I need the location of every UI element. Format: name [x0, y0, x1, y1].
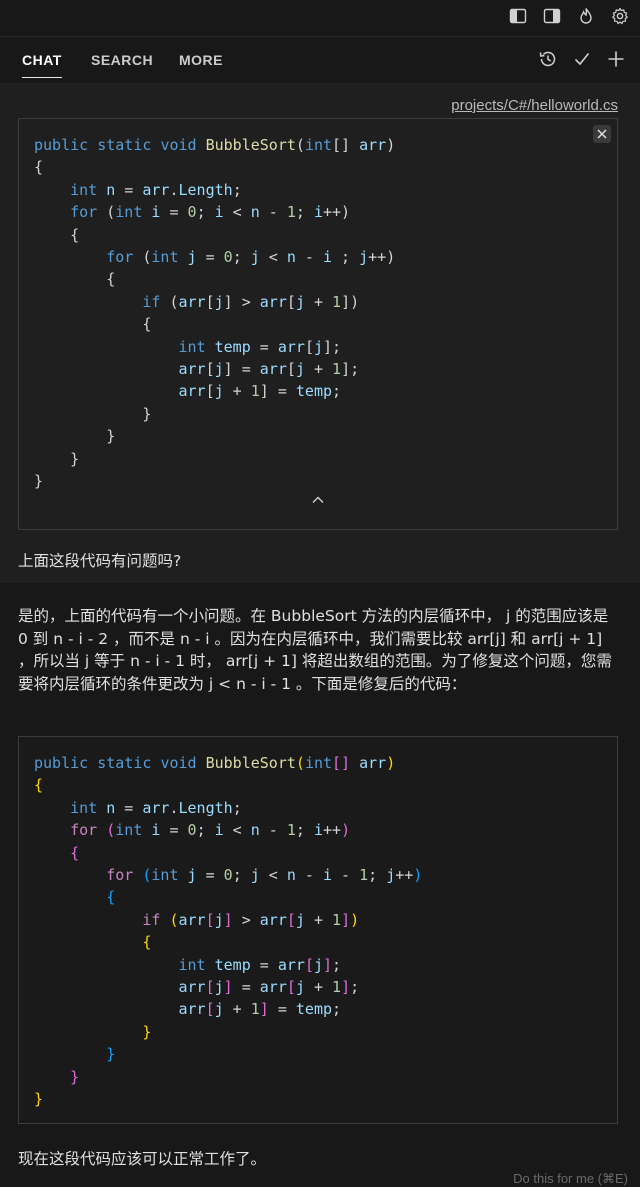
fixed-code-block: public static void BubbleSort(int[] arr)… — [18, 736, 618, 1124]
assistant-explanation: 是的，上面的代码有一个小问题。在 BubbleSort 方法的内层循环中， j … — [18, 607, 612, 693]
tab-search[interactable]: SEARCH — [91, 52, 153, 68]
tab-chat[interactable]: CHAT — [22, 52, 62, 78]
collapse-chevron-up-icon[interactable] — [311, 493, 325, 507]
assistant-closing: 现在这段代码应该可以正常工作了。 — [18, 1150, 267, 1168]
code-fixed: public static void BubbleSort(int[] arr)… — [34, 754, 423, 1109]
check-icon[interactable] — [572, 49, 592, 69]
user-question: 上面这段代码有问题吗? — [18, 552, 182, 570]
tab-actions — [538, 49, 626, 69]
assistant-message: 是的，上面的代码有一个小问题。在 BubbleSort 方法的内层循环中， j … — [0, 583, 640, 1186]
close-icon[interactable] — [593, 125, 611, 143]
user-message: projects/C#/helloworld.cs public static … — [0, 83, 640, 583]
gear-icon[interactable] — [610, 6, 630, 26]
flame-icon[interactable] — [576, 6, 596, 26]
history-icon[interactable] — [538, 49, 558, 69]
sidebar-right-icon[interactable] — [542, 6, 562, 26]
panel-tabs: CHAT SEARCH MORE — [0, 37, 640, 83]
code-original: public static void BubbleSort(int[] arr)… — [34, 136, 396, 491]
context-code-block: public static void BubbleSort(int[] arr)… — [18, 118, 618, 530]
file-link[interactable]: projects/C#/helloworld.cs — [451, 97, 618, 114]
toolbar-icons — [508, 6, 630, 26]
sidebar-left-icon[interactable] — [508, 6, 528, 26]
shortcut-hint[interactable]: Do this for me (⌘E) — [513, 1171, 628, 1187]
window-toolbar — [0, 0, 640, 37]
tab-more[interactable]: MORE — [179, 52, 223, 68]
plus-icon[interactable] — [606, 49, 626, 69]
